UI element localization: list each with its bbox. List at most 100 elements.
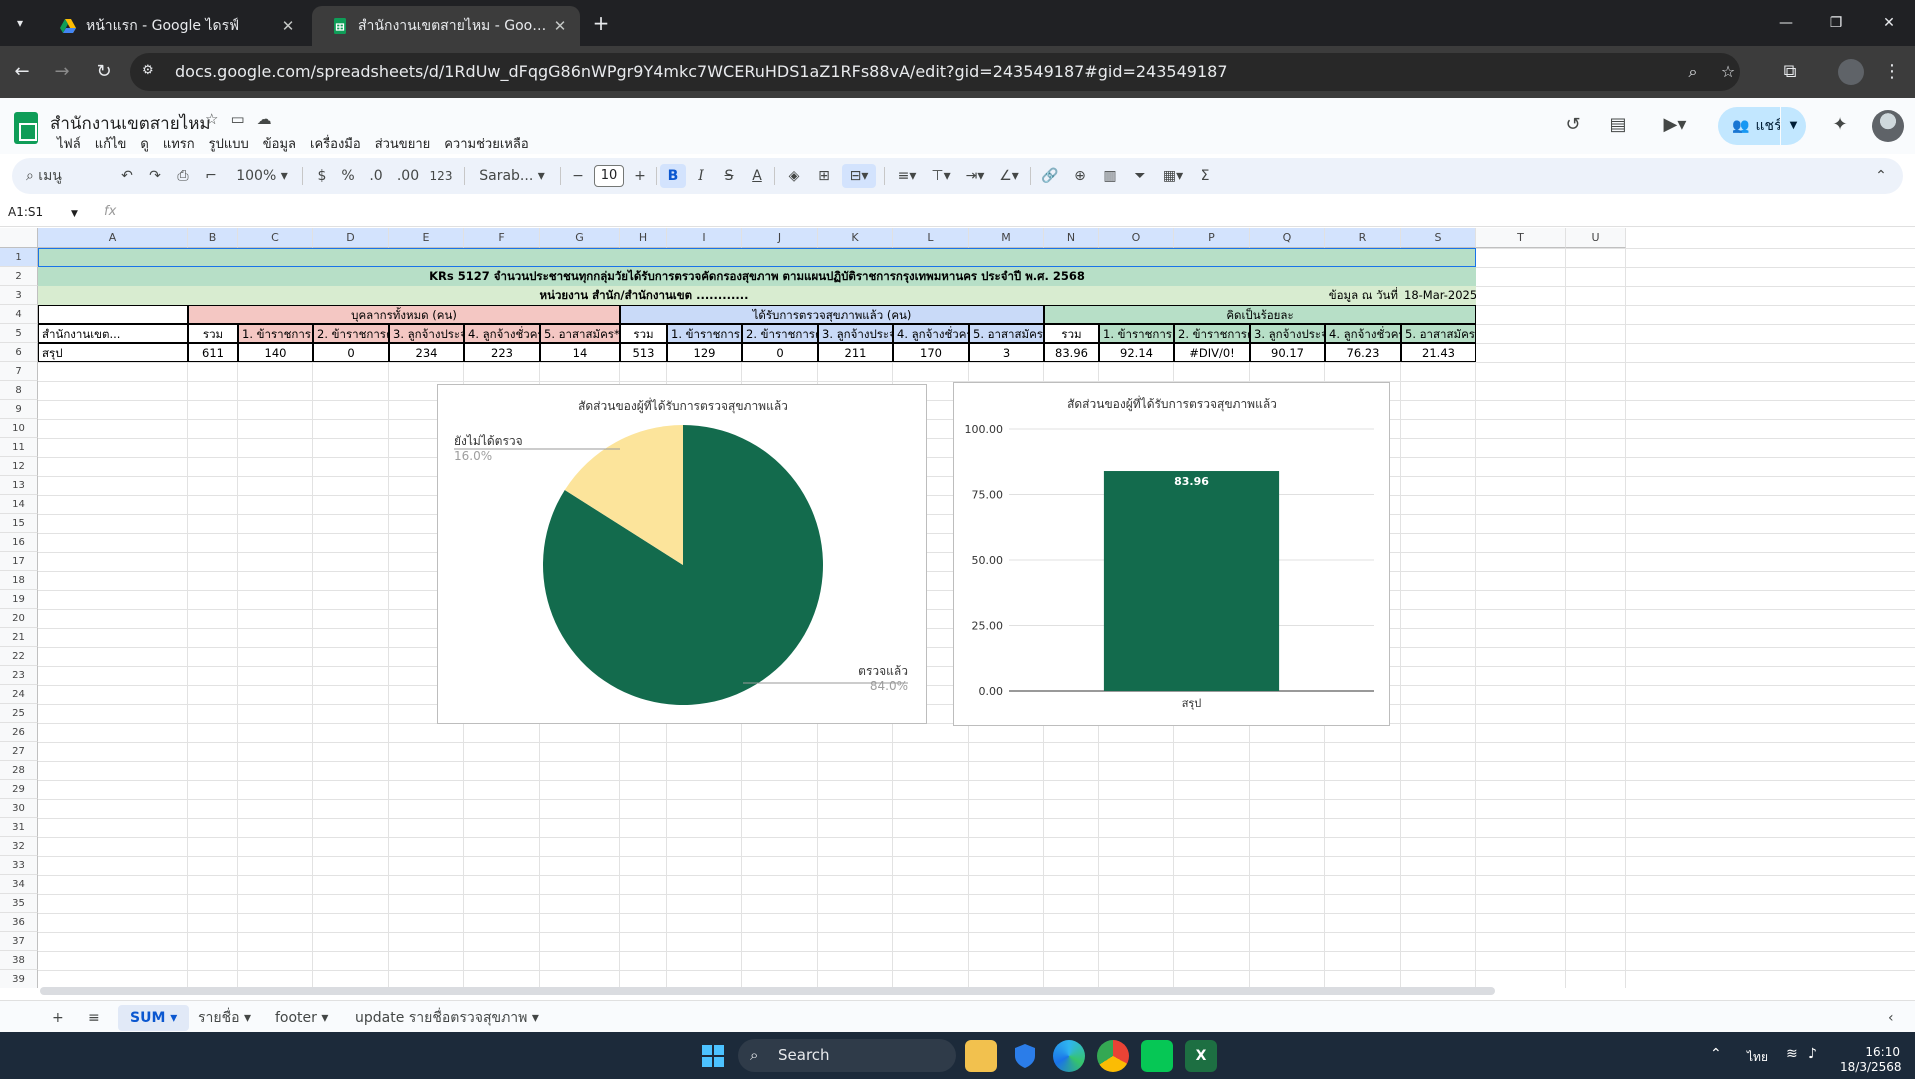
chrome-icon[interactable] [1097,1040,1129,1072]
menu-help[interactable]: ความช่วยเหลือ [437,133,535,154]
row-header[interactable]: 8 [0,381,38,400]
row-header[interactable]: 4 [0,305,38,324]
sheet-tab-update[interactable]: update รายชื่อตรวจสุขภาพ ▾ [343,1005,551,1031]
text-wrap-icon[interactable]: ⇥▾ [960,158,990,194]
row-header[interactable]: 16 [0,533,38,552]
tab-search-chevron-icon[interactable]: ▾ [8,12,32,34]
menu-format[interactable]: รูปแบบ [202,133,256,154]
window-close-icon[interactable]: ✕ [1878,12,1900,34]
filter-icon[interactable]: ⏷ [1128,158,1152,194]
number-format-button[interactable]: 123 [426,158,456,194]
row-header[interactable]: 37 [0,932,38,951]
clock-time[interactable]: 16:10 [1840,1045,1900,1059]
sheet-tab-sum[interactable]: SUM ▾ [118,1005,190,1031]
font-size-decrease-icon[interactable]: − [568,158,588,194]
menu-tools[interactable]: เครื่องมือ [303,133,368,154]
column-header[interactable]: G [540,228,620,248]
row-header[interactable]: 33 [0,856,38,875]
row-header[interactable]: 7 [0,362,38,381]
horizontal-scrollbar[interactable] [40,987,1495,995]
new-tab-icon[interactable]: + [590,12,612,34]
wifi-icon[interactable]: ≋ [1786,1046,1798,1062]
share-dropdown-icon[interactable]: ▼ [1780,107,1806,145]
decrease-decimal-button[interactable]: .0 [364,158,388,194]
meet-video-icon[interactable]: ▶▾ [1655,112,1695,138]
row-header[interactable]: 24 [0,685,38,704]
menu-extensions[interactable]: ส่วนขยาย [368,133,438,154]
input-language[interactable]: ไทย [1747,1048,1768,1067]
bar-chart[interactable]: สัดส่วนของผู้ที่ได้รับการตรวจสุขภาพแล้ว 0… [953,382,1390,726]
menu-insert[interactable]: แทรก [156,133,202,154]
row-header[interactable]: 22 [0,647,38,666]
select-all-corner[interactable] [0,228,38,248]
gemini-spark-icon[interactable]: ✦ [1827,112,1853,138]
menu-data[interactable]: ข้อมูล [256,133,303,154]
comments-icon[interactable]: ▤ [1605,112,1631,138]
line-app-icon[interactable] [1141,1040,1173,1072]
row-header[interactable]: 12 [0,457,38,476]
row-header[interactable]: 1 [0,248,38,267]
redo-icon[interactable]: ↷ [144,158,166,194]
column-header[interactable]: I [667,228,742,248]
back-icon[interactable]: ← [10,60,34,84]
forward-icon[interactable]: → [50,60,74,84]
row-header[interactable]: 13 [0,476,38,495]
fill-color-icon[interactable]: ◈ [782,158,806,194]
row-header[interactable]: 14 [0,495,38,514]
row-header[interactable]: 6 [0,343,38,362]
merge-cells-icon[interactable]: ⊟▾ [842,164,876,188]
sheet-tab-footer[interactable]: footer ▾ [263,1005,340,1031]
column-header[interactable]: K [818,228,893,248]
column-header[interactable]: O [1099,228,1174,248]
print-icon[interactable]: ⎙ [172,158,194,194]
column-header[interactable]: E [389,228,464,248]
menu-view[interactable]: ดู [133,133,155,154]
cloud-status-icon[interactable]: ☁ [257,110,284,128]
column-header[interactable]: M [969,228,1044,248]
vertical-align-icon[interactable]: ⊤▾ [926,158,956,194]
font-select[interactable]: Sarab... ▾ [472,158,552,194]
percent-format-button[interactable]: % [338,158,358,194]
row-header[interactable]: 39 [0,970,38,988]
row-header[interactable]: 31 [0,818,38,837]
column-header[interactable]: H [620,228,667,248]
row-header[interactable]: 25 [0,704,38,723]
close-tab-icon[interactable]: ✕ [278,17,298,35]
menu-edit[interactable]: แก้ไข [88,133,134,154]
row-header[interactable]: 3 [0,286,38,305]
row-header[interactable]: 10 [0,419,38,438]
tray-chevron-icon[interactable]: ⌃ [1710,1046,1722,1062]
add-sheet-icon[interactable]: + [40,1005,76,1031]
browser-tab-sheets[interactable]: สำนักงานเขตสายไหม - Google ชีต ✕ [312,6,580,46]
row-header[interactable]: 26 [0,723,38,742]
row-header[interactable]: 28 [0,761,38,780]
insert-link-icon[interactable]: 🔗 [1038,158,1062,194]
row-header[interactable]: 23 [0,666,38,685]
all-sheets-icon[interactable]: ≡ [76,1005,112,1031]
column-header[interactable]: N [1044,228,1099,248]
row-header[interactable]: 20 [0,609,38,628]
column-header[interactable]: L [893,228,969,248]
undo-icon[interactable]: ↶ [116,158,138,194]
column-header[interactable]: S [1401,228,1476,248]
text-color-button[interactable]: A [746,158,768,194]
row-header[interactable]: 9 [0,400,38,419]
row-header[interactable]: 2 [0,267,38,286]
row-header[interactable]: 29 [0,780,38,799]
column-header[interactable]: Q [1250,228,1325,248]
url-text[interactable]: docs.google.com/spreadsheets/d/1RdUw_dFq… [175,53,1228,91]
file-explorer-icon[interactable] [965,1040,997,1072]
column-header[interactable]: P [1174,228,1250,248]
row-header[interactable]: 38 [0,951,38,970]
font-size-input[interactable]: 10 [594,165,624,187]
row-header[interactable]: 35 [0,894,38,913]
strikethrough-button[interactable]: S [718,158,740,194]
account-avatar[interactable] [1872,110,1904,142]
clock-date[interactable]: 18/3/2568 [1840,1060,1902,1074]
currency-format-button[interactable]: $ [312,158,332,194]
taskbar-search[interactable]: ⌕ Search [738,1039,956,1072]
spreadsheet-grid[interactable]: A B C D E F G H I J K L M N O P Q R S T U 1 2 3 4 5 6 7 8 9 10 11 12 13 14… [0,228,1915,988]
explore-collapse-icon[interactable]: ‹ [1876,1005,1906,1031]
star-icon[interactable]: ☆ [205,110,230,128]
column-header[interactable]: F [464,228,540,248]
